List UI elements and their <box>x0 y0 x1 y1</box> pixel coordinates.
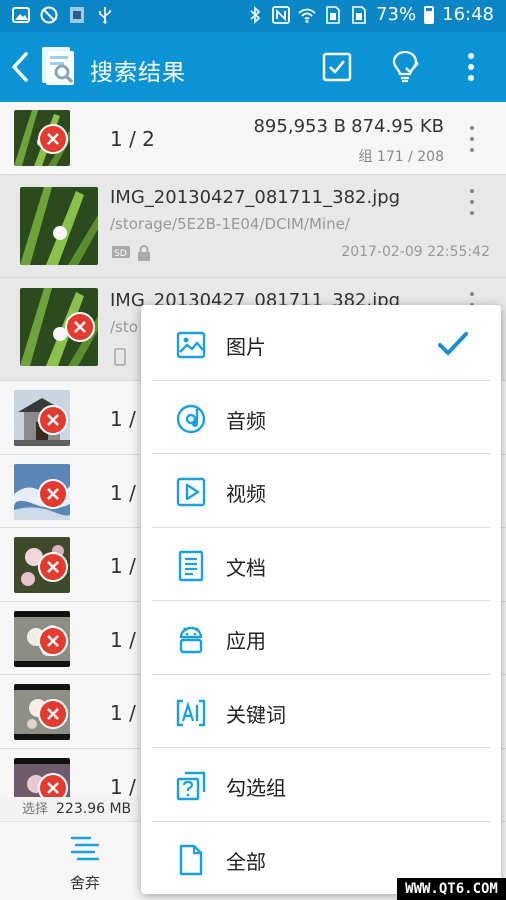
menu-item-label: 全部 <box>226 849 266 874</box>
delete-mark-icon <box>65 312 95 342</box>
delete-mark-icon <box>38 625 68 656</box>
menu-item-label: 音频 <box>226 408 266 433</box>
gallery-notification-icon <box>12 7 30 23</box>
group-size-bytes: 895,953 B <box>253 116 346 137</box>
overflow-menu-button[interactable] <box>452 48 490 86</box>
document-icon <box>178 550 204 581</box>
blocked-notification-icon <box>40 6 58 24</box>
file-thumbnail <box>20 187 98 265</box>
menu-item-keywords[interactable]: 关键词 <box>152 675 490 748</box>
lightbulb-icon <box>392 50 419 83</box>
file-icon <box>179 844 203 875</box>
file-row[interactable]: IMG_20130427_081711_382.jpg /storage/5E2… <box>0 175 506 278</box>
back-arrow-icon[interactable] <box>8 50 32 84</box>
image-icon <box>176 331 206 359</box>
sim-1-icon <box>326 5 340 24</box>
menu-item-video[interactable]: 视频 <box>152 454 490 528</box>
group-size-kb: 874.95 KB <box>351 116 444 137</box>
menu-item-check-group[interactable]: 勾选组 <box>152 748 490 822</box>
menu-item-label: 文档 <box>226 555 266 580</box>
file-path: /sto <box>110 318 138 336</box>
menu-item-apps[interactable]: 应用 <box>152 601 490 675</box>
delete-mark-icon <box>38 699 68 729</box>
group-number: 组 171 / 208 <box>358 149 444 165</box>
selection-size: 223.96 MB <box>56 801 132 817</box>
delete-mark-icon <box>38 405 68 435</box>
audio-icon <box>176 404 206 433</box>
menu-item-label: 应用 <box>226 629 266 653</box>
selection-label: 选择 <box>22 802 49 817</box>
menu-item-documents[interactable]: 文档 <box>152 528 490 601</box>
delete-mark-icon <box>38 478 68 509</box>
menu-item-label: 关键词 <box>226 702 286 727</box>
clock: 16:48 <box>442 4 494 25</box>
menu-item-images[interactable]: 图片 <box>152 307 490 381</box>
file-date: 2017-02-09 22:55:42 <box>341 244 490 260</box>
file-path: /storage/5E2B-1E04/DCIM/Mine/ <box>110 215 350 233</box>
menu-item-label: 图片 <box>226 335 266 359</box>
delete-mark-icon <box>38 124 68 154</box>
video-icon <box>176 477 206 507</box>
discard-label: 舍弃 <box>69 874 100 892</box>
usb-icon <box>99 7 111 24</box>
app-bar: 搜索结果 <box>0 32 506 102</box>
menu-item-label: 勾选组 <box>226 776 286 800</box>
battery-percentage: 73% <box>376 4 417 25</box>
sd-card-icon: SD <box>112 246 130 259</box>
group-more-icon[interactable] <box>468 126 476 152</box>
file-name: IMG_20130427_081711_382.jpg <box>110 187 401 208</box>
keyword-icon <box>176 699 206 726</box>
svg-text:SD: SD <box>114 249 127 259</box>
check-group-icon <box>176 771 206 801</box>
check-icon <box>438 332 468 355</box>
android-icon <box>179 626 203 654</box>
more-vert-icon <box>468 53 474 81</box>
page-title: 搜索结果 <box>90 60 186 86</box>
select-all-button[interactable] <box>318 48 356 86</box>
nfc-icon <box>272 5 291 24</box>
menu-item-label: 视频 <box>226 482 266 506</box>
phone-storage-icon <box>114 348 126 366</box>
app-notification-icon <box>70 7 84 23</box>
group-count: 1 / 2 <box>110 127 155 151</box>
checkbox-icon <box>322 52 352 82</box>
battery-icon <box>424 5 435 24</box>
sim-2-icon <box>352 5 366 24</box>
watermark: WWW.QT6.COM <box>397 878 506 900</box>
discard-button[interactable]: 舍弃 <box>55 834 115 893</box>
selection-info: 选择 223.96 MB <box>0 797 140 821</box>
bluetooth-icon <box>250 5 261 24</box>
app-logo-icon <box>42 47 74 85</box>
wifi-icon <box>298 8 316 23</box>
group-header-row[interactable]: 1 / 2 895,953 B 874.95 KB 组 171 / 208 <box>0 102 506 175</box>
menu-item-audio[interactable]: 音频 <box>152 381 490 454</box>
lock-icon <box>138 245 150 261</box>
file-more-icon[interactable] <box>468 189 476 215</box>
discard-list-icon <box>70 836 100 861</box>
smart-select-button[interactable] <box>386 48 424 86</box>
status-bar: 73% 16:48 <box>0 0 506 32</box>
delete-mark-icon <box>38 552 68 582</box>
filter-popup-menu: 图片 音频 视频 文档 应用 关键词 勾选组 全部 <box>141 305 501 894</box>
